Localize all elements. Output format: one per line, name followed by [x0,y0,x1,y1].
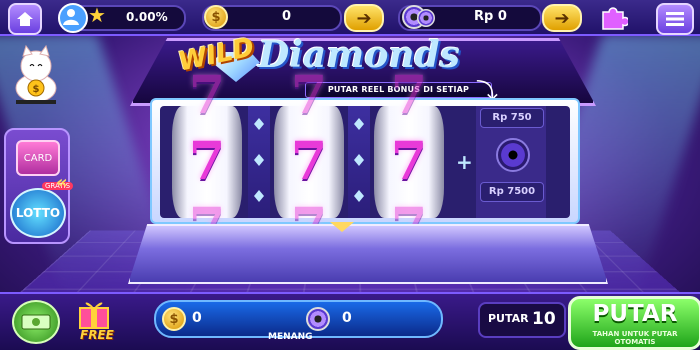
spin-count: 10 [532,309,556,329]
reel-separator [248,106,270,218]
user-icon [63,9,79,25]
lotto-label: LOTTO [15,206,61,220]
disc-icon [306,307,330,331]
win-discs: 0 [342,310,352,326]
spin-button-label: PUTAR [592,301,678,327]
menu-button[interactable] [656,3,694,35]
reel-symbol: 7 [390,131,428,192]
win-label: MENANG [268,332,313,342]
hamburger-icon [666,12,684,26]
gem-icon [254,118,264,130]
arrow-right-icon: ➔ [356,7,372,29]
gem-icon [354,190,364,202]
star-icon: ★ [88,3,106,27]
plus-icon: + [456,150,473,174]
card-label: CARD [23,152,53,164]
gem-icon [354,118,364,130]
bonus-value: Rp 750 [480,108,544,128]
coin-balance: 0 [282,9,292,24]
win-coins: 0 [192,310,202,326]
reel-symbol-above: 7 [390,65,428,126]
disc-icon-small [417,9,435,27]
level-progress: 0.00% [126,10,168,24]
lucky-cat-button[interactable]: $ [10,44,62,104]
arrow-right-icon: ➔ [554,7,570,29]
reel-1: 7 7 7 [172,70,242,254]
reel-3: 7 7 7 [374,70,444,254]
puzzle-button[interactable] [598,3,630,31]
money-icon [21,314,51,330]
bonus-value: Rp 7500 [480,182,544,202]
disc-icon [496,138,530,172]
reel-window: 7 7 7 7 7 7 7 7 7 + Rp 750 Rp 7500 [160,70,570,254]
gem-icon [254,154,264,166]
spin-label: PUTAR [488,312,529,325]
gem-icon [354,154,364,166]
reel-2: 7 7 7 [274,70,344,254]
spin-button[interactable]: PUTAR TAHAN UNTUK PUTAR OTOMATIS [568,296,700,350]
free-label: FREE [80,328,114,342]
lucky-cat-icon: $ [15,44,57,104]
bonus-reel: Rp 750 Rp 7500 [476,106,546,218]
reel-separator [348,106,370,218]
lotto-button[interactable]: LOTTO [10,188,66,238]
gift-icon [79,302,109,329]
svg-text:$: $ [33,84,40,95]
coin-icon: $ [162,307,186,331]
slot-machine: 7 7 7 7 7 7 7 7 7 + Rp 750 Rp 7500 [150,70,580,254]
puzzle-icon [602,7,630,30]
cash-button[interactable] [12,300,60,344]
reel-symbol-above: 7 [188,65,226,126]
avatar[interactable] [58,3,88,33]
machine-base [128,224,608,284]
reel-symbol: 7 [290,131,328,192]
home-button[interactable] [8,3,42,35]
reel-symbol-above: 7 [290,65,328,126]
machine-pointer [330,222,354,232]
coin-exchange-button[interactable]: ➔ [344,4,384,32]
gem-icon [254,190,264,202]
chevron-left-icon[interactable]: « [56,172,68,193]
bottom-bar: FREE $ 0 0 MENANG PUTAR 10 PUTAR TAHAN U… [0,292,700,350]
reel-symbol: 7 [188,131,226,192]
rp-balance: Rp 0 [474,9,507,24]
home-icon [17,12,33,26]
card-button[interactable]: CARD [16,140,60,176]
top-bar: ★ 0.00% $ 0 ➔ Rp 0 ➔ [0,0,700,36]
spin-count-box[interactable]: PUTAR 10 [478,302,566,338]
rp-exchange-button[interactable]: ➔ [542,4,582,32]
spin-button-sublabel: TAHAN UNTUK PUTAR OTOMATIS [592,330,678,346]
coin-icon: $ [204,5,228,29]
